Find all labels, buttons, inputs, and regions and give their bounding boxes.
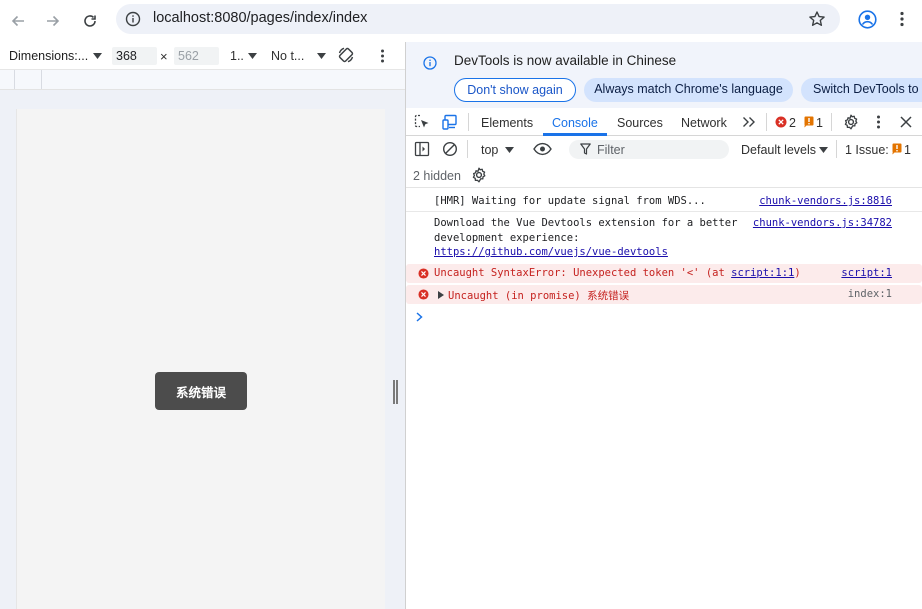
error-count[interactable]: 2 — [789, 116, 796, 130]
viewport-resize-handle[interactable] — [392, 380, 398, 404]
console-error-text: Uncaught (in promise) 系统错误 — [448, 290, 630, 302]
reload-icon — [84, 15, 96, 27]
back-button[interactable] — [5, 8, 31, 34]
console-message-text: Download the Vue Devtools extension for … — [434, 217, 738, 229]
error-toast: 系统错误 — [155, 372, 247, 410]
switch-devtools-language-button[interactable]: Switch DevTools to Chinese — [801, 78, 922, 102]
browser-menu-icon[interactable] — [899, 11, 905, 27]
console-input[interactable] — [428, 306, 908, 326]
console-message: [HMR] Waiting for update signal from WDS… — [406, 192, 922, 212]
live-expression-eye-icon[interactable] — [533, 142, 552, 156]
console-message-text: [HMR] Waiting for update signal from WDS… — [434, 195, 706, 207]
error-count-icon[interactable] — [775, 116, 787, 128]
device-toolbar-menu-icon[interactable] — [380, 49, 385, 63]
console-source-link[interactable]: chunk-vendors.js:34782 — [753, 217, 892, 229]
tab-sources[interactable]: Sources — [617, 116, 663, 130]
close-devtools-icon[interactable] — [900, 116, 912, 128]
error-text-main: Uncaught SyntaxError: Unexpected token '… — [434, 267, 732, 279]
profile-avatar-icon[interactable] — [858, 10, 877, 29]
levels-caret-icon — [819, 147, 828, 153]
throttle-dropdown[interactable]: No t... — [271, 49, 304, 63]
console-error-message: Uncaught SyntaxError: Unexpected token '… — [406, 264, 922, 283]
always-match-language-button[interactable]: Always match Chrome's language — [584, 78, 793, 102]
media-query-ruler[interactable] — [0, 70, 405, 90]
console-prompt-chevron-icon[interactable] — [416, 312, 423, 322]
issues-link[interactable]: 1 Issue: — [845, 143, 889, 157]
rotate-device-icon[interactable] — [337, 46, 355, 64]
error-icon — [418, 289, 429, 300]
back-arrow-icon — [11, 15, 24, 27]
forward-button[interactable] — [40, 8, 66, 34]
hidden-count: 2 hidden — [413, 169, 461, 183]
issue-warning-icon — [892, 143, 902, 155]
width-input[interactable]: 368 — [112, 47, 157, 65]
url-text[interactable]: localhost:8080/pages/index/index — [153, 10, 367, 26]
inspect-element-icon[interactable] — [414, 114, 430, 130]
warning-count[interactable]: 1 — [816, 116, 823, 130]
tab-network[interactable]: Network — [681, 116, 727, 130]
error-location-link[interactable]: script:1:1 — [731, 267, 794, 279]
dimension-separator: × — [160, 49, 168, 64]
console-message: Download the Vue Devtools extension for … — [406, 213, 922, 261]
device-toggle-icon[interactable] — [442, 114, 459, 130]
filter-placeholder: Filter — [597, 143, 625, 157]
device-screen[interactable] — [16, 109, 385, 609]
console-source-link[interactable]: chunk-vendors.js:8816 — [759, 195, 892, 207]
throttle-caret-icon — [317, 53, 326, 59]
console-source-link[interactable]: index:1 — [848, 288, 892, 300]
tab-elements[interactable]: Elements — [481, 116, 533, 130]
error-icon — [418, 268, 429, 279]
console-settings-gear-icon[interactable] — [471, 167, 487, 183]
height-input[interactable]: 562 — [174, 47, 219, 65]
switch-button-clip: Switch DevTools to Chinese — [801, 78, 922, 102]
dimensions-caret-icon — [93, 53, 102, 59]
context-selector[interactable]: top — [481, 143, 498, 157]
dont-show-again-button[interactable]: Don't show again — [454, 78, 576, 102]
active-tab-indicator — [543, 133, 607, 136]
error-text-end: ) — [794, 267, 801, 279]
dimensions-dropdown[interactable]: Dimensions:... — [9, 49, 88, 63]
console-error-message: Uncaught (in promise) 系统错误 index:1 — [406, 285, 922, 304]
vue-devtools-link[interactable]: https://github.com/vuejs/vue-devtools — [434, 246, 668, 258]
bookmark-star-icon[interactable] — [808, 10, 826, 28]
tab-console[interactable]: Console — [552, 116, 598, 130]
filter-input[interactable] — [569, 140, 729, 159]
devtools-menu-icon[interactable] — [876, 115, 881, 129]
zoom-caret-icon — [248, 53, 257, 59]
log-levels-dropdown[interactable]: Default levels — [741, 143, 816, 157]
sidebar-toggle-icon[interactable] — [414, 141, 430, 157]
console-message-text-line2: development experience: — [434, 232, 580, 244]
context-caret-icon — [505, 147, 514, 153]
more-tabs-chevron-icon[interactable] — [742, 116, 756, 128]
infobar-message: DevTools is now available in Chinese — [454, 53, 677, 68]
settings-gear-icon[interactable] — [843, 114, 859, 130]
reload-button[interactable] — [77, 8, 103, 34]
console-source-link[interactable]: script:1 — [841, 267, 892, 279]
filter-funnel-icon — [580, 143, 591, 155]
site-info-icon[interactable] — [125, 11, 141, 27]
info-icon — [423, 56, 437, 70]
issues-count[interactable]: 1 — [904, 143, 911, 157]
forward-arrow-icon — [47, 15, 60, 27]
clear-console-icon[interactable] — [442, 141, 458, 157]
expand-triangle-icon[interactable] — [438, 291, 444, 299]
warning-count-icon[interactable] — [804, 116, 814, 128]
zoom-dropdown[interactable]: 1.. — [230, 49, 244, 63]
console-error-text: Uncaught SyntaxError: Unexpected token '… — [434, 267, 801, 279]
